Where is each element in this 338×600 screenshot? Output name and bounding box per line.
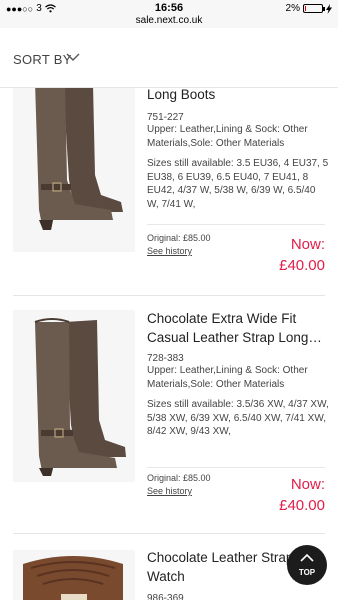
back-to-top-button[interactable]: TOP: [287, 545, 327, 585]
product-separator: [13, 295, 325, 296]
see-history-link[interactable]: See history: [147, 246, 192, 256]
now-price: £40.00: [279, 497, 325, 514]
product-sizes: Sizes still available: 3.5/36 XW, 4/37 X…: [147, 399, 329, 437]
sort-bar: SORT BY: [0, 28, 338, 88]
product-title[interactable]: Chocolate Extra Wide Fit Casual Leather …: [147, 309, 329, 347]
now-price: £40.00: [279, 257, 325, 274]
product-sizes: Sizes still available: 3.5 EU36, 4 EU37,…: [147, 158, 329, 210]
product-title[interactable]: Chocolate Leather Strap Watch: [147, 548, 297, 586]
now-label: Now:: [290, 476, 325, 493]
product-description: Upper: Leather,Lining & Sock: Other Mate…: [147, 365, 308, 390]
product-code: 728-383: [147, 353, 184, 364]
product-card: Chocolate Extra Wide Fit Casual Leather …: [0, 300, 338, 540]
battery-icon: [303, 4, 325, 13]
product-image[interactable]: [13, 310, 135, 482]
product-code: 986-369: [147, 593, 184, 600]
back-to-top-label: TOP: [298, 568, 316, 577]
divider: [147, 467, 325, 468]
charging-bolt-icon: [326, 3, 332, 14]
product-image[interactable]: [13, 80, 135, 252]
product-card: Long Boots 751-227 Upper: Leather,Lining…: [0, 80, 338, 288]
divider: [147, 224, 325, 225]
product-code: 751-227: [147, 112, 184, 123]
sort-by-button[interactable]: SORT BY: [13, 52, 72, 67]
address-bar-url[interactable]: sale.next.co.uk: [0, 15, 338, 26]
product-image[interactable]: [13, 550, 135, 600]
chevron-up-icon: [300, 554, 314, 562]
see-history-link[interactable]: See history: [147, 486, 192, 496]
original-price: Original: £85.00: [147, 233, 211, 243]
original-price: Original: £85.00: [147, 473, 211, 483]
product-separator: [13, 533, 325, 534]
battery-percent: 2%: [285, 3, 300, 14]
now-label: Now:: [290, 236, 325, 253]
battery-area: 2%: [286, 3, 332, 14]
product-description: Upper: Leather,Lining & Sock: Other Mate…: [147, 124, 308, 149]
chevron-down-icon[interactable]: [66, 52, 80, 62]
status-bar: ●●●○○ 3 16:56 sale.next.co.uk 2%: [0, 0, 338, 28]
